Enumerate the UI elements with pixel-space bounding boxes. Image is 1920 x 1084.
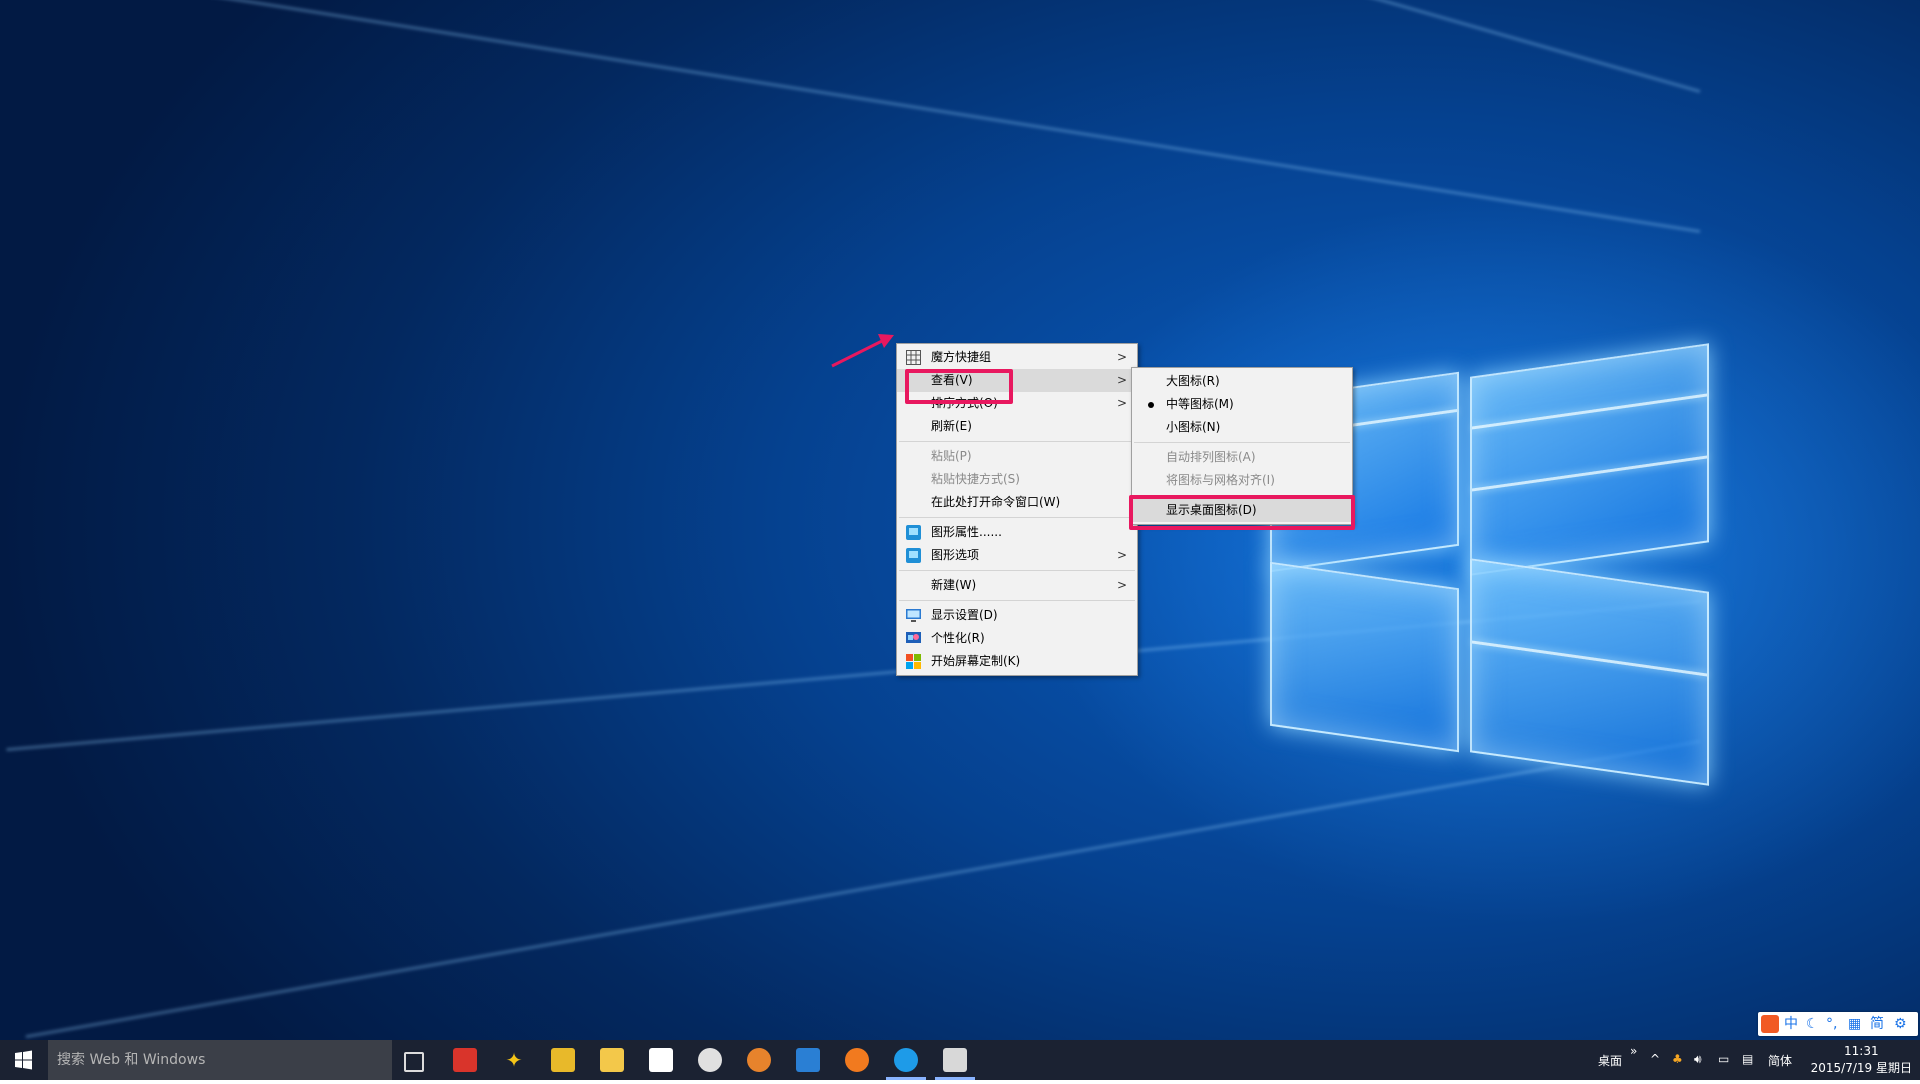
- annotation-arrow: [831, 334, 894, 368]
- submenu-item-align-to-grid[interactable]: 将图标与网格对齐(I): [1132, 469, 1352, 492]
- menu-item-label: 粘贴(P): [931, 449, 972, 463]
- menu-item-label: 图形属性......: [931, 525, 1002, 539]
- menu-item-new[interactable]: 新建(W) >: [897, 574, 1137, 597]
- windows-start-icon: [15, 1050, 32, 1070]
- submenu-item-auto-arrange[interactable]: 自动排列图标(A): [1132, 446, 1352, 469]
- chevron-right-icon: >: [1116, 548, 1127, 562]
- logo-pane-top-right: [1470, 343, 1709, 576]
- menu-item-label: 将图标与网格对齐(I): [1166, 473, 1275, 487]
- package-icon[interactable]: [551, 1048, 575, 1072]
- gear-icon[interactable]: ⚙: [1894, 1012, 1907, 1036]
- taskbar: 搜索 Web 和 Windows ✦ 桌面 » ^ ♣ 🔊︎ ▭ ▤ 简体 11…: [0, 1040, 1920, 1080]
- network-icon[interactable]: ▭: [1718, 1052, 1729, 1066]
- menu-item-graphics-options[interactable]: 图形选项 >: [897, 544, 1137, 567]
- chevron-right-icon: >: [1116, 578, 1127, 592]
- grid-icon: [906, 350, 921, 365]
- menu-item-label: 刷新(E): [931, 419, 972, 433]
- desktop[interactable]: 魔方快捷组 > 查看(V) > 排序方式(O) > 刷新(E) 粘贴(P) 粘贴…: [0, 0, 1920, 1040]
- menu-item-label: 大图标(R): [1166, 374, 1220, 388]
- menu-item-label: 自动排列图标(A): [1166, 450, 1256, 464]
- media-player-icon[interactable]: [698, 1048, 722, 1072]
- notepad-icon[interactable]: [943, 1048, 967, 1072]
- ime-language-indicator[interactable]: 简体: [1768, 1052, 1792, 1069]
- menu-item-refresh[interactable]: 刷新(E): [897, 415, 1137, 438]
- annotation-highlight-view: [905, 369, 1013, 404]
- start-button[interactable]: [0, 1040, 48, 1080]
- selected-bullet-icon: [1148, 402, 1154, 408]
- clock-time: 11:31: [1844, 1044, 1879, 1058]
- menu-item-paste-shortcut[interactable]: 粘贴快捷方式(S): [897, 468, 1137, 491]
- personalize-icon: [906, 632, 921, 643]
- moon-icon[interactable]: ☾: [1806, 1012, 1819, 1036]
- punctuation-icon[interactable]: °,: [1826, 1012, 1837, 1036]
- expand-toolbar-icon[interactable]: »: [1630, 1044, 1637, 1058]
- search-input[interactable]: 搜索 Web 和 Windows: [48, 1040, 392, 1080]
- menu-item-label: 在此处打开命令窗口(W): [931, 495, 1061, 509]
- menu-item-label: 粘贴快捷方式(S): [931, 472, 1020, 486]
- browser-icon[interactable]: [894, 1048, 918, 1072]
- chevron-right-icon: >: [1116, 350, 1127, 364]
- action-center-icon[interactable]: ▤: [1742, 1052, 1753, 1066]
- menu-item-label: 个性化(R): [931, 631, 985, 645]
- submenu-item-large-icons[interactable]: 大图标(R): [1132, 370, 1352, 393]
- logo-pane-bottom-right: [1470, 558, 1709, 786]
- power-app-icon[interactable]: [453, 1048, 477, 1072]
- menu-item-label: 小图标(N): [1166, 420, 1221, 434]
- menu-item-display-settings[interactable]: 显示设置(D): [897, 604, 1137, 627]
- volume-icon[interactable]: 🔊︎: [1694, 1052, 1702, 1067]
- menu-item-graphics-properties[interactable]: 图形属性......: [897, 521, 1137, 544]
- menu-item-open-command-window[interactable]: 在此处打开命令窗口(W): [897, 491, 1137, 514]
- magic-wand-icon[interactable]: ✦: [502, 1048, 526, 1072]
- menu-separator: [899, 570, 1135, 571]
- light-beam: [20, 0, 1701, 233]
- firefox-icon[interactable]: [845, 1048, 869, 1072]
- light-beam: [65, 0, 1701, 93]
- windows-app-icon[interactable]: [796, 1048, 820, 1072]
- ime-chinese-mode[interactable]: 中: [1784, 1012, 1798, 1036]
- keyboard-icon[interactable]: ▦: [1848, 1012, 1861, 1036]
- graphics-options-icon: [906, 548, 921, 563]
- desktop-toolbar-label[interactable]: 桌面: [1598, 1052, 1622, 1069]
- menu-item-start-screen[interactable]: 开始屏幕定制(K): [897, 650, 1137, 673]
- menu-item-label: 开始屏幕定制(K): [931, 654, 1021, 668]
- submenu-item-medium-icons[interactable]: 中等图标(M): [1132, 393, 1352, 416]
- pear-app-icon[interactable]: [747, 1048, 771, 1072]
- submenu-item-small-icons[interactable]: 小图标(N): [1132, 416, 1352, 439]
- ime-toolbar[interactable]: 中 ☾ °, ▦ 简 ⚙: [1758, 1012, 1918, 1036]
- sogou-logo-icon: [1761, 1015, 1779, 1033]
- menu-separator: [899, 441, 1135, 442]
- chevron-right-icon: >: [1116, 373, 1127, 387]
- display-settings-icon: [906, 609, 921, 622]
- menu-separator: [899, 600, 1135, 601]
- show-hidden-icons-chevron[interactable]: ^: [1650, 1052, 1660, 1066]
- menu-item-label: 魔方快捷组: [931, 350, 992, 364]
- menu-item-label: 图形选项: [931, 548, 980, 562]
- menu-item-label: 显示设置(D): [931, 608, 998, 622]
- tray-app-icon[interactable]: ♣: [1672, 1052, 1683, 1066]
- menu-item-label: 中等图标(M): [1166, 397, 1234, 411]
- start-screen-icon: [906, 654, 921, 669]
- store-icon[interactable]: [649, 1048, 673, 1072]
- menu-separator: [899, 517, 1135, 518]
- ime-simplified-mode[interactable]: 简: [1870, 1012, 1884, 1036]
- task-view-icon[interactable]: [404, 1052, 424, 1072]
- menu-item-mofang[interactable]: 魔方快捷组 >: [897, 346, 1137, 369]
- graphics-properties-icon: [906, 525, 921, 540]
- clock[interactable]: 11:31 2015/7/19 星期日: [1811, 1043, 1912, 1077]
- file-explorer-icon[interactable]: [600, 1048, 624, 1072]
- annotation-highlight-show-icons: [1129, 495, 1355, 530]
- menu-item-label: 新建(W): [931, 578, 977, 592]
- menu-item-paste[interactable]: 粘贴(P): [897, 445, 1137, 468]
- menu-item-personalize[interactable]: 个性化(R): [897, 627, 1137, 650]
- logo-pane-bottom-left: [1270, 561, 1459, 753]
- clock-date: 2015/7/19 星期日: [1810, 1061, 1912, 1075]
- menu-separator: [1134, 442, 1350, 443]
- chevron-right-icon: >: [1116, 396, 1127, 410]
